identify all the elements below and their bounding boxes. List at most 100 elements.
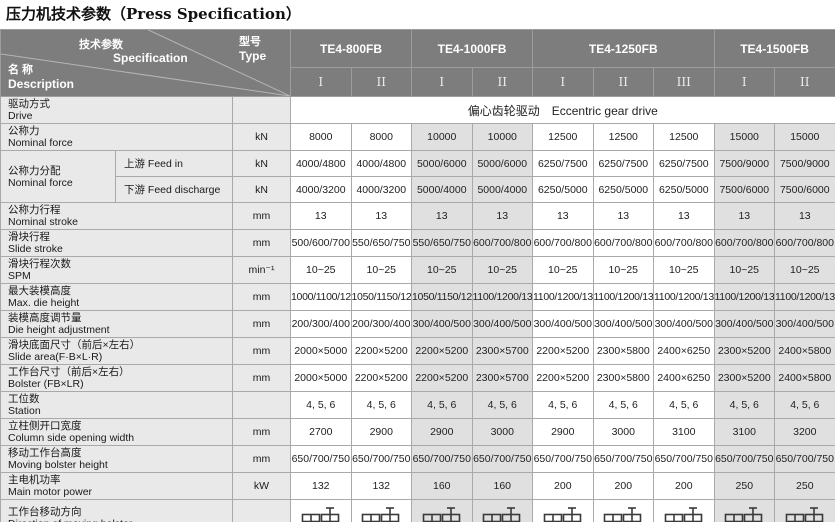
- value-cell: 2200×5200: [533, 365, 594, 392]
- row-label-en: Drive: [8, 110, 230, 122]
- table-row-nominal-force-feed-in: 公称力分配Nominal force上游 Feed inkN4000/48004…: [1, 151, 835, 177]
- bolster-direction-icon: [359, 505, 403, 522]
- value-cell: 132: [351, 473, 412, 500]
- value-cell: 3000: [593, 419, 654, 446]
- value-cell: 12500: [533, 124, 594, 151]
- row-label-en: Station: [8, 405, 230, 417]
- value-cell: 650/700/750: [593, 446, 654, 473]
- row-label-zh: 驱动方式: [8, 98, 230, 110]
- row-label: 装模高度调节量Die height adjustment: [1, 311, 233, 338]
- row-label-en: Max. die height: [8, 297, 230, 309]
- row-sublabel: 上游 Feed in: [116, 151, 233, 177]
- value-cell: 300/400/500: [654, 311, 715, 338]
- value-cell: 5000/4000: [472, 177, 533, 203]
- icon-cell: [351, 500, 412, 522]
- value-cell: 2400×6250: [654, 338, 715, 365]
- value-cell: 10000: [472, 124, 533, 151]
- value-cell: 6250/5000: [533, 177, 594, 203]
- value-cell: 4000/4800: [291, 151, 352, 177]
- header-name-en: Description: [8, 77, 74, 91]
- model-header-te4-1000fb: TE4-1000FB: [412, 30, 533, 68]
- row-label-en: Column side opening width: [8, 432, 230, 444]
- value-cell: 2000×5000: [291, 338, 352, 365]
- value-cell: 1100/1200/1300: [714, 284, 775, 311]
- value-cell: 500/600/700: [291, 230, 352, 257]
- row-label-en: Direction of moving bolster: [8, 518, 230, 522]
- value-cell: 3100: [714, 419, 775, 446]
- value-cell: 13: [412, 203, 473, 230]
- value-cell: 200/300/400: [351, 311, 412, 338]
- value-cell: 10~25: [412, 257, 473, 284]
- value-cell: 10~25: [533, 257, 594, 284]
- unit-cell: [233, 97, 291, 124]
- value-cell: 2900: [412, 419, 473, 446]
- row-label-zh: 装模高度调节量: [8, 312, 230, 324]
- value-cell: 2300×5700: [472, 365, 533, 392]
- value-cell: 4, 5, 6: [291, 392, 352, 419]
- value-cell: 10~25: [714, 257, 775, 284]
- value-cell: 8000: [291, 124, 352, 151]
- value-cell: 650/700/750: [654, 446, 715, 473]
- value-cell: 13: [472, 203, 533, 230]
- value-cell: 2200×5200: [351, 338, 412, 365]
- value-cell: 7500/6000: [714, 177, 775, 203]
- table-row-slide-stroke: 滑块行程Slide strokemm500/600/700550/650/750…: [1, 230, 835, 257]
- variant-header: II: [775, 68, 835, 97]
- value-cell: 200: [533, 473, 594, 500]
- row-label: 公称力Nominal force: [1, 124, 233, 151]
- value-cell: 550/650/750: [412, 230, 473, 257]
- value-cell: 2300×5200: [714, 338, 775, 365]
- value-cell: 650/700/750: [351, 446, 412, 473]
- row-label-en: Bolster (FB×LR): [8, 378, 230, 390]
- value-cell: 4000/3200: [291, 177, 352, 203]
- unit-cell: kN: [233, 124, 291, 151]
- value-cell: 2200×5200: [351, 365, 412, 392]
- table-row-station: 工位数Station4, 5, 64, 5, 64, 5, 64, 5, 64,…: [1, 392, 835, 419]
- variant-header: I: [533, 68, 594, 97]
- row-label-zh: 滑块行程次数: [8, 258, 230, 270]
- value-cell: 15000: [714, 124, 775, 151]
- row-label: 主电机功率Main motor power: [1, 473, 233, 500]
- row-label: 工作台尺寸（前后×左右）Bolster (FB×LR): [1, 365, 233, 392]
- value-cell: 10~25: [593, 257, 654, 284]
- icon-cell: [714, 500, 775, 522]
- value-cell: 10000: [412, 124, 473, 151]
- value-cell: 650/700/750: [775, 446, 835, 473]
- value-cell: 650/700/750: [412, 446, 473, 473]
- value-cell: 3100: [654, 419, 715, 446]
- value-cell: 2400×5800: [775, 365, 835, 392]
- value-cell: 10~25: [654, 257, 715, 284]
- value-cell: 4, 5, 6: [593, 392, 654, 419]
- value-cell: 5000/6000: [472, 151, 533, 177]
- value-cell: 10~25: [351, 257, 412, 284]
- value-cell: 300/400/500: [775, 311, 835, 338]
- value-cell: 1050/1150/1250: [412, 284, 473, 311]
- row-label: 最大装模高度Max. die height: [1, 284, 233, 311]
- variant-header: II: [472, 68, 533, 97]
- bolster-direction-icon: [420, 505, 464, 522]
- value-cell: 2300×5700: [472, 338, 533, 365]
- value-cell: 2400×6250: [654, 365, 715, 392]
- table-row-spm: 滑块行程次数SPMmin⁻¹10~2510~2510~2510~2510~251…: [1, 257, 835, 284]
- value-cell: 1050/1150/1250: [351, 284, 412, 311]
- row-label: 滑块行程Slide stroke: [1, 230, 233, 257]
- icon-cell: [291, 500, 352, 522]
- value-cell: 12500: [593, 124, 654, 151]
- value-cell: 4, 5, 6: [533, 392, 594, 419]
- model-header-te4-1500fb: TE4-1500FB: [714, 30, 835, 68]
- value-cell: 13: [593, 203, 654, 230]
- page-title-zh: 压力机技术参数: [6, 6, 111, 23]
- value-cell: 200: [593, 473, 654, 500]
- variant-header: II: [351, 68, 412, 97]
- table-row-max-die-height: 最大装模高度Max. die heightmm1000/1100/1200105…: [1, 284, 835, 311]
- value-cell: 13: [654, 203, 715, 230]
- value-cell: 1100/1200/1300: [533, 284, 594, 311]
- unit-cell: mm: [233, 446, 291, 473]
- value-cell: 650/700/750: [291, 446, 352, 473]
- value-cell: 200/300/400: [291, 311, 352, 338]
- value-cell: 2300×5200: [714, 365, 775, 392]
- value-cell: 650/700/750: [533, 446, 594, 473]
- row-label-zh: 移动工作台高度: [8, 447, 230, 459]
- unit-cell: mm: [233, 365, 291, 392]
- header-type-zh: 型号: [239, 36, 261, 48]
